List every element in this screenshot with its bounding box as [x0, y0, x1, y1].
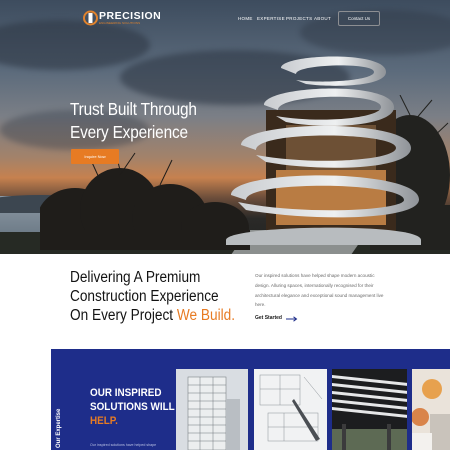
- pergola-image: [332, 369, 407, 450]
- intro-heading-highlight: We Build.: [176, 307, 236, 324]
- brand-tagline: ENGINEERING SOLUTIONS: [99, 21, 141, 25]
- hero-title-line: Trust Built Through: [70, 99, 197, 119]
- nav-home[interactable]: HOME: [238, 16, 253, 21]
- inquire-button[interactable]: Inquire Now: [71, 149, 119, 164]
- hero-title-line: Every Experience: [70, 122, 188, 142]
- hero-section: PRECISION ENGINEERING SOLUTIONS HOME EXP…: [0, 0, 450, 254]
- expertise-side-label: Our Expertise: [56, 408, 62, 448]
- project-card-pergola[interactable]: [332, 369, 407, 450]
- nav-projects[interactable]: PROJECTS: [286, 16, 312, 21]
- expertise-title: OUR INSPIRED SOLUTIONS WILL HELP.: [90, 386, 175, 428]
- highrise-image: [176, 369, 248, 450]
- intro-heading: Delivering A Premium Construction Experi…: [70, 268, 235, 325]
- expertise-subtext: Our inspired solutions have helped shape: [90, 443, 157, 447]
- tree-silhouettes: [40, 150, 250, 250]
- arrow-right-icon[interactable]: [286, 316, 298, 322]
- nav-about[interactable]: ABOUT: [314, 16, 331, 21]
- intro-heading-line: Construction Experience: [70, 288, 219, 305]
- spiral-building: [226, 56, 421, 245]
- blueprint-image: [254, 369, 327, 450]
- nav-expertise[interactable]: EXPERTISE: [257, 16, 285, 21]
- expertise-title-line: SOLUTIONS WILL: [90, 401, 175, 413]
- expertise-title-highlight: HELP.: [90, 415, 118, 427]
- interior-image: [412, 369, 450, 450]
- intro-heading-prefix: On Every Project: [70, 307, 177, 324]
- project-card-blueprint[interactable]: [254, 369, 327, 450]
- logo-mark-icon: [83, 10, 98, 26]
- project-card-highrise[interactable]: [176, 369, 248, 450]
- intro-heading-line: Delivering A Premium: [70, 269, 201, 286]
- top-navigation: PRECISION ENGINEERING SOLUTIONS HOME EXP…: [0, 0, 450, 36]
- intro-heading-line: On Every Project We Build.: [70, 306, 235, 325]
- hero-title: Trust Built Through Every Experience: [70, 98, 197, 144]
- expertise-title-line: OUR INSPIRED: [90, 387, 162, 399]
- contact-us-button[interactable]: Contact Us: [338, 11, 380, 26]
- get-started-link[interactable]: Get Started: [255, 315, 282, 321]
- intro-paragraph: Our inspired solutions have helped shape…: [255, 273, 384, 308]
- project-card-interior[interactable]: [412, 369, 450, 450]
- brand-logo[interactable]: PRECISION ENGINEERING SOLUTIONS: [83, 9, 161, 29]
